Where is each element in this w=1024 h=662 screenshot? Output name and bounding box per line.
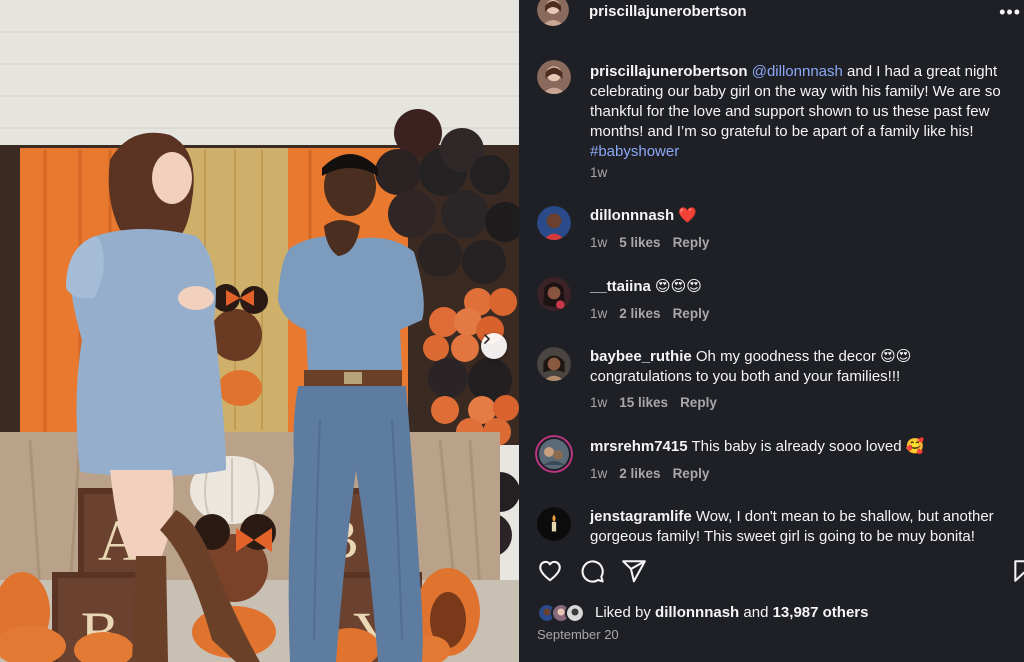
baby-shower-photo: A B B Y	[0, 0, 519, 662]
liked-by-prefix: Liked by	[595, 604, 656, 621]
heart-icon[interactable]	[537, 558, 563, 584]
liked-by-text: Liked by dillonnnash and 13,987 others	[595, 604, 868, 621]
comment-text: baybee_ruthie Oh my goodness the decor 😍…	[590, 347, 1015, 387]
comment-time[interactable]: 1w	[590, 235, 607, 250]
comment-text: jenstagramlife Wow, I don't mean to be s…	[590, 507, 1015, 547]
comment-likes[interactable]: 5 likes	[619, 235, 660, 250]
avatar[interactable]	[537, 347, 571, 381]
liker-avatars[interactable]	[537, 602, 595, 624]
post-date[interactable]: September 20	[537, 627, 619, 642]
liked-by-and: and	[739, 604, 773, 621]
reply-button[interactable]: Reply	[673, 466, 710, 481]
liked-by-user[interactable]: dillonnnash	[655, 604, 739, 621]
post-photo: A B B Y	[0, 0, 519, 662]
more-icon[interactable]: •••	[999, 2, 1021, 23]
post-detail-panel: priscillajunerobertson ••• priscillajune…	[519, 0, 1024, 662]
reply-button[interactable]: Reply	[680, 395, 717, 410]
comment-icon[interactable]	[579, 558, 605, 584]
likes-count-link[interactable]: 13,987 others	[773, 604, 869, 621]
comment-likes[interactable]: 15 likes	[619, 395, 668, 410]
action-bar	[537, 558, 1024, 588]
caption-meta: 1w	[590, 165, 619, 180]
avatar[interactable]	[535, 435, 573, 473]
comment-time[interactable]: 1w	[590, 306, 607, 321]
comment-text: dillonnnash ❤️	[590, 206, 1015, 226]
caption-hashtag[interactable]: #babyshower	[590, 143, 679, 160]
comment-time[interactable]: 1w	[590, 466, 607, 481]
save-icon[interactable]	[1011, 558, 1024, 584]
avatar[interactable]	[537, 60, 571, 94]
comment-username[interactable]: mrsrehm7415	[590, 438, 688, 455]
comment-time[interactable]: 1w	[590, 395, 607, 410]
reply-button[interactable]: Reply	[673, 235, 710, 250]
reply-button[interactable]: Reply	[673, 306, 710, 321]
comment-meta: 1w 2 likes Reply	[590, 306, 721, 321]
comment-meta: 1w 5 likes Reply	[590, 235, 721, 250]
comment-text: mrsrehm7415 This baby is already sooo lo…	[590, 437, 1015, 457]
comment-meta: 1w 2 likes Reply	[590, 466, 721, 481]
caption-mention[interactable]: @dillonnnash	[752, 63, 843, 80]
comment-body: This baby is already sooo loved 🥰	[687, 438, 925, 455]
comment-likes[interactable]: 2 likes	[619, 466, 660, 481]
post-header: priscillajunerobertson •••	[519, 0, 1024, 28]
caption-text: priscillajunerobertson @dillonnnash and …	[590, 62, 1015, 162]
avatar[interactable]	[537, 277, 571, 311]
share-icon[interactable]	[621, 558, 647, 584]
avatar	[565, 603, 585, 623]
chevron-right-icon	[484, 334, 490, 344]
comment-meta: 1w 15 likes Reply	[590, 395, 729, 410]
comment-likes[interactable]: 2 likes	[619, 306, 660, 321]
comment-body: ❤️	[674, 207, 698, 224]
comment-text: __ttaiina 😍😍😍	[590, 277, 1015, 297]
avatar[interactable]	[537, 507, 571, 541]
comment-username[interactable]: jenstagramlife	[590, 508, 692, 525]
comment-username[interactable]: dillonnnash	[590, 207, 674, 224]
caption-username[interactable]: priscillajunerobertson	[590, 63, 748, 80]
post-author-username[interactable]: priscillajunerobertson	[589, 3, 747, 20]
comment-username[interactable]: baybee_ruthie	[590, 348, 692, 365]
comment-username[interactable]: __ttaiina	[590, 278, 651, 295]
avatar[interactable]	[537, 0, 569, 26]
caption-time[interactable]: 1w	[590, 165, 607, 180]
liked-by: Liked by dillonnnash and 13,987 others	[537, 602, 1007, 624]
carousel-next-button[interactable]	[481, 333, 507, 359]
avatar[interactable]	[537, 206, 571, 240]
comment-body: 😍😍😍	[650, 278, 702, 295]
